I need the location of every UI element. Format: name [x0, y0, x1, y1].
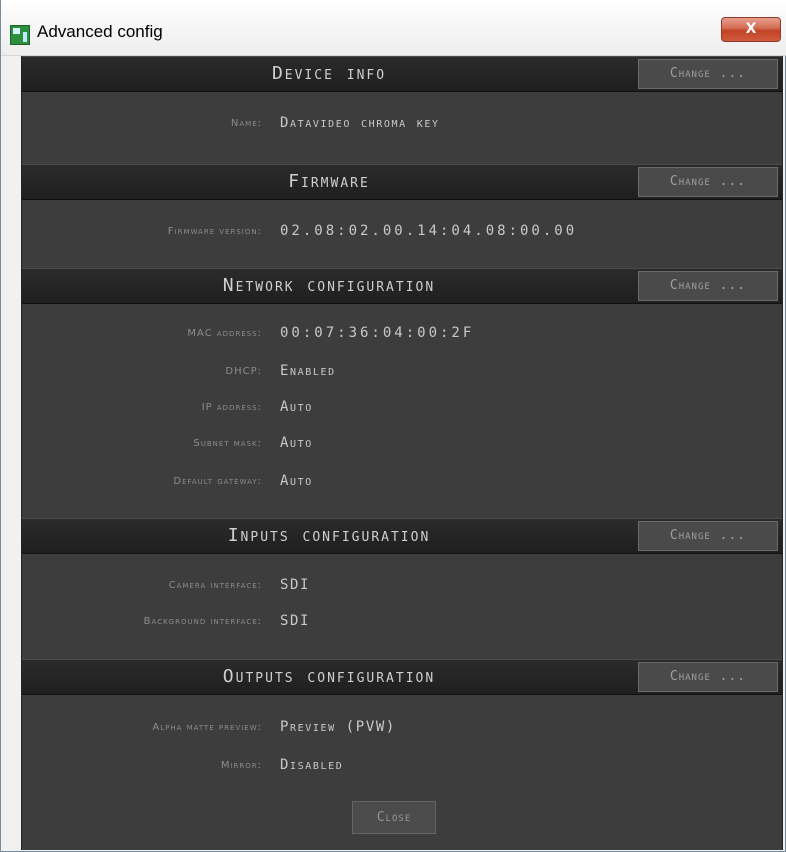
section-title: Outputs configuration [222, 666, 436, 687]
row-label: Alpha matte preview: [152, 722, 262, 733]
info-row: Name: Datavideo chroma key [22, 114, 782, 138]
info-row: Firmware version: 02.08:02.00.14:04.08:0… [22, 222, 782, 246]
row-value: 00:07:36:04:00:2F [280, 325, 475, 341]
row-label: Camera interface: [168, 580, 262, 591]
info-row: Mirror: Disabled [22, 756, 782, 780]
title-bar: Advanced config X [1, 0, 786, 56]
section-title: Inputs configuration [227, 525, 431, 546]
section-header-network: Network configuration Change ... [22, 268, 782, 304]
section-title: Device info [271, 63, 387, 84]
section-header-outputs: Outputs configuration Change ... [22, 659, 782, 695]
row-label: MAC address: [187, 328, 262, 339]
row-value: Auto [280, 399, 313, 415]
info-row: Camera interface: SDI [22, 576, 782, 600]
info-row: Background interface: SDI [22, 612, 782, 636]
info-row: DHCP: Enabled [22, 362, 782, 386]
section-title: Network configuration [222, 275, 436, 296]
section-header-device-info: Device info Change ... [22, 56, 782, 92]
row-value: Preview (PVW) [280, 719, 396, 735]
row-label: DHCP: [225, 366, 262, 377]
window-title: Advanced config [37, 22, 163, 41]
config-panel: Device info Change ... Name: Datavideo c… [21, 56, 783, 850]
row-value: SDI [280, 613, 311, 629]
change-outputs-button[interactable]: Change ... [638, 662, 778, 692]
row-value: Enabled [280, 363, 336, 379]
window-close-button[interactable]: X [721, 17, 781, 42]
row-value: 02.08:02.00.14:04.08:00.00 [280, 223, 578, 239]
section-header-inputs: Inputs configuration Change ... [22, 518, 782, 554]
info-row: IP address: Auto [22, 398, 782, 422]
close-button[interactable]: Close [352, 801, 436, 834]
row-label: Background interface: [143, 616, 262, 627]
info-row: Default gateway: Auto [22, 472, 782, 496]
row-value: Auto [280, 473, 313, 489]
row-label: Name: [230, 118, 262, 129]
row-label: Firmware version: [167, 226, 262, 237]
info-row: MAC address: 00:07:36:04:00:2F [22, 324, 782, 348]
advanced-config-window: Advanced config X Device info Change ...… [0, 0, 786, 852]
row-label: Subnet mask: [193, 438, 262, 449]
change-inputs-button[interactable]: Change ... [638, 521, 778, 551]
section-title: Firmware [288, 171, 370, 192]
section-header-firmware: Firmware Change ... [22, 164, 782, 200]
change-device-info-button[interactable]: Change ... [638, 59, 778, 89]
row-value: Auto [280, 435, 313, 451]
change-network-button[interactable]: Change ... [638, 271, 778, 301]
app-icon [10, 25, 30, 45]
row-label: Default gateway: [173, 476, 262, 487]
change-firmware-button[interactable]: Change ... [638, 167, 778, 197]
row-label: IP address: [201, 402, 262, 413]
row-label: Mirror: [220, 760, 262, 771]
row-value: Disabled [280, 757, 344, 773]
info-row: Subnet mask: Auto [22, 434, 782, 458]
row-value: Datavideo chroma key [280, 115, 440, 131]
row-value: SDI [280, 577, 311, 593]
info-row: Alpha matte preview: Preview (PVW) [22, 718, 782, 742]
